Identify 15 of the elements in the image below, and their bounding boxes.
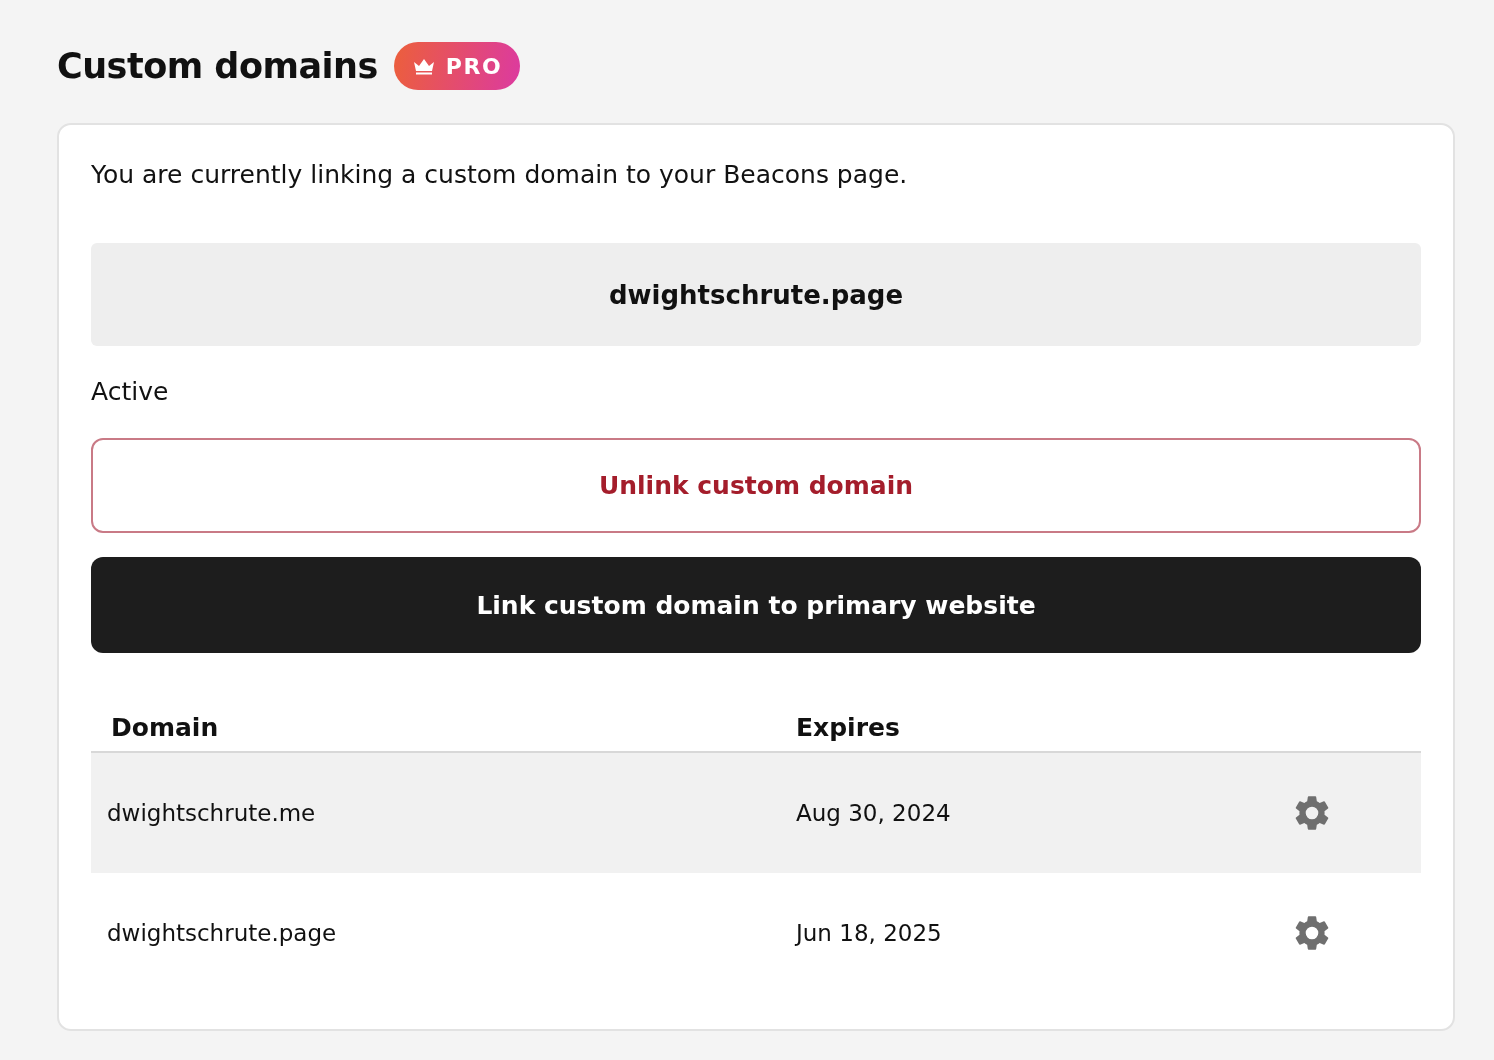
link-button[interactable]: Link custom domain to primary website [91, 557, 1421, 653]
unlink-button[interactable]: Unlink custom domain [91, 438, 1421, 533]
status-text: Active [91, 376, 170, 408]
column-header: Domain [110, 712, 220, 742]
expires-cell: Aug 30, 2024 [796, 800, 951, 826]
domain-cell: dwightschrute.page [107, 920, 337, 946]
expires-cell: Jun 18, 2025 [796, 920, 942, 946]
description-text: You are currently linking a custom domain to your Beacons page. [91, 159, 909, 191]
current-domain: dwightschrute.page [91, 243, 1421, 346]
pro-badge: PRO [393, 42, 521, 90]
table-row[interactable]: dwightschrute.me Aug 30, 2024 [91, 753, 1421, 873]
domain-cell: dwightschrute.me [107, 800, 316, 826]
column-header: Expires [796, 712, 901, 742]
page-title: Custom domains [57, 46, 378, 86]
crown-icon [411, 57, 436, 75]
